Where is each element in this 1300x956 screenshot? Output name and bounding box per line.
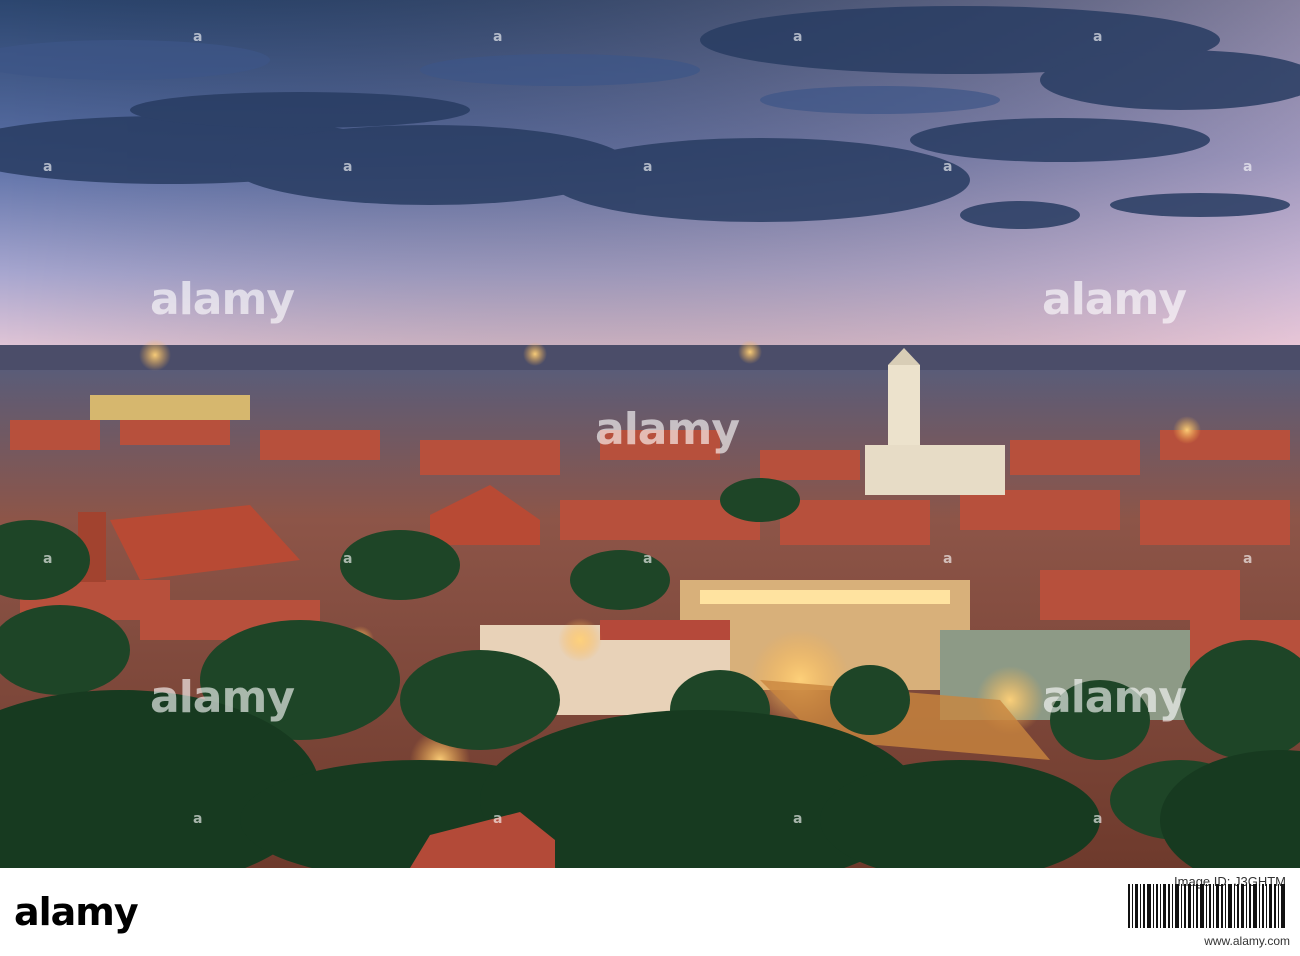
watermark-mark: a [1243, 159, 1253, 175]
watermark-mark: a [193, 29, 203, 45]
city-photo: alamy alamy alamy alamy alamy a a a a a … [0, 0, 1300, 868]
alamy-url: www.alamy.com [1204, 934, 1290, 948]
barcode-icon [1128, 884, 1285, 928]
watermark-mark: a [943, 159, 953, 175]
alamy-logo: alamy [14, 890, 139, 934]
watermark-alamy: alamy [1042, 672, 1187, 723]
watermark-mark: a [1093, 29, 1103, 45]
watermark-alamy: alamy [150, 274, 295, 325]
watermark-alamy: alamy [1042, 274, 1187, 325]
watermark-mark: a [493, 811, 503, 827]
watermark-mark: a [343, 551, 353, 567]
watermark-mark: a [1093, 811, 1103, 827]
watermark-mark: a [793, 811, 803, 827]
watermark-mark: a [43, 159, 53, 175]
watermark-mark: a [943, 551, 953, 567]
watermark-mark: a [493, 29, 503, 45]
watermark-mark: a [1243, 551, 1253, 567]
watermark-alamy: alamy [595, 404, 740, 455]
watermark-mark: a [43, 551, 53, 567]
watermark-mark: a [193, 811, 203, 827]
watermark-mark: a [643, 159, 653, 175]
watermark-mark: a [793, 29, 803, 45]
watermark-mark: a [343, 159, 353, 175]
watermark-mark: a [643, 551, 653, 567]
watermark-alamy: alamy [150, 672, 295, 723]
